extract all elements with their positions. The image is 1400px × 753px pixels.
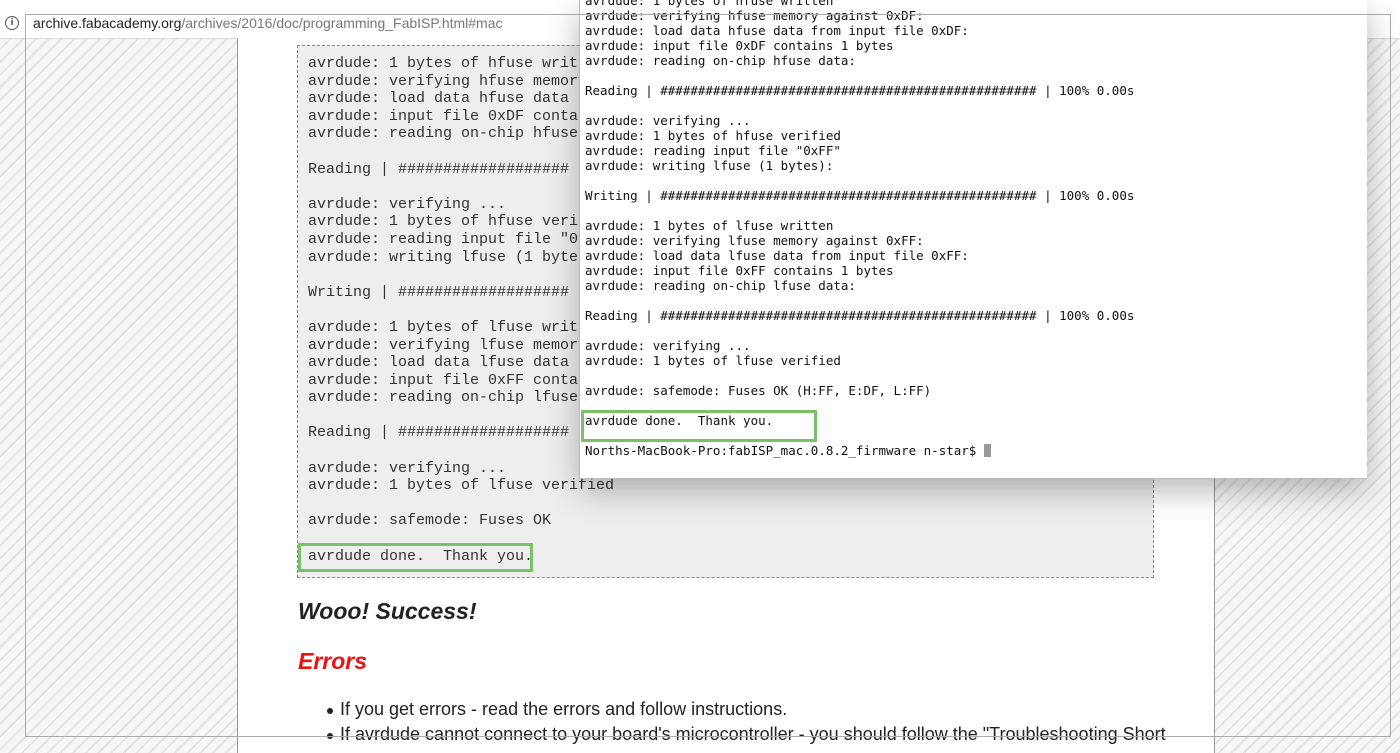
done-highlight-box bbox=[298, 543, 533, 572]
terminal-output: avrdude: 1 bytes of hfuse written avrdud… bbox=[585, 0, 1134, 458]
url-path: /archives/2016/doc/programming_FabISP.ht… bbox=[181, 15, 503, 31]
url-domain: archive.fabacademy.org bbox=[33, 15, 182, 31]
url-text[interactable]: archive.fabacademy.org/archives/2016/doc… bbox=[33, 15, 503, 31]
terminal-window[interactable]: avrdude: 1 bytes of hfuse written avrdud… bbox=[579, 0, 1367, 479]
terminal-prompt: Norths-MacBook-Pro:fabISP_mac.0.8.2_firm… bbox=[585, 443, 984, 458]
terminal-lines: avrdude: 1 bytes of hfuse written avrdud… bbox=[585, 0, 1135, 428]
cursor-icon bbox=[983, 444, 991, 457]
success-heading: Wooo! Success! bbox=[298, 598, 477, 624]
errors-heading: Errors bbox=[298, 648, 368, 674]
errors-list: If you get errors - read the errors and … bbox=[327, 699, 1166, 749]
list-item: If avrdude cannot connect to your board'… bbox=[327, 724, 1166, 749]
terminal-done-highlight-box bbox=[581, 410, 817, 442]
list-item: If you get errors - read the errors and … bbox=[327, 699, 1166, 724]
info-icon[interactable]: i bbox=[5, 16, 19, 30]
